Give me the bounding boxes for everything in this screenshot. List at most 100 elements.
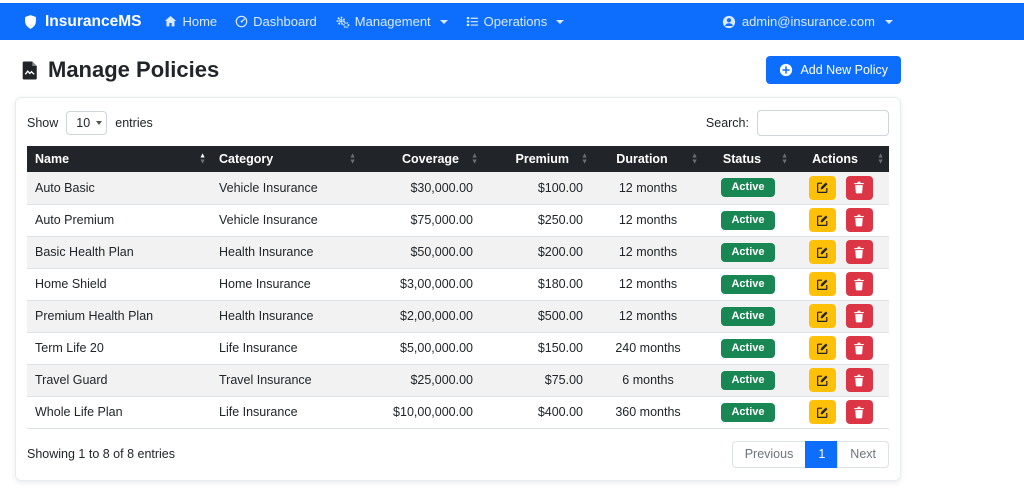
policy-premium-cell: $400.00 <box>483 396 593 429</box>
policy-status-cell: Active <box>703 204 793 237</box>
sort-icon: ▲ ▼ <box>581 152 588 165</box>
policy-name-cell: Travel Guard <box>27 364 211 397</box>
pagination-next[interactable]: Next <box>837 440 889 469</box>
policy-premium-cell: $500.00 <box>483 300 593 333</box>
column-header-actions[interactable]: Actions ▲ ▼ <box>793 146 889 172</box>
policy-coverage-cell: $5,00,000.00 <box>361 332 483 365</box>
policy-coverage-cell: $10,00,000.00 <box>361 396 483 429</box>
delete-button[interactable] <box>845 368 873 392</box>
policy-name-cell: Term Life 20 <box>27 332 211 365</box>
policy-status-cell: Active <box>703 300 793 333</box>
house-icon <box>164 15 177 28</box>
table-footer: Showing 1 to 8 of 8 entries Previous 1 N… <box>27 440 889 469</box>
pagination-previous[interactable]: Previous <box>731 440 807 469</box>
chevron-down-icon <box>885 19 893 24</box>
policy-premium-cell: $180.00 <box>483 268 593 301</box>
edit-button[interactable] <box>809 400 837 424</box>
delete-button[interactable] <box>845 400 873 424</box>
policy-duration-cell: 12 months <box>593 172 703 205</box>
policy-status-cell: Active <box>703 268 793 301</box>
table-row: Home Shield Home Insurance $3,00,000.00 … <box>27 268 889 301</box>
table-row: Premium Health Plan Health Insurance $2,… <box>27 300 889 333</box>
policy-category-cell: Vehicle Insurance <box>211 204 361 237</box>
status-badge: Active <box>721 274 775 294</box>
column-header-status[interactable]: Status ▲ ▼ <box>703 146 793 172</box>
user-email: admin@insurance.com <box>741 14 875 29</box>
column-header-duration[interactable]: Duration ▲ ▼ <box>593 146 703 172</box>
column-header-name[interactable]: Name ▲ ▼ <box>27 146 211 172</box>
delete-button[interactable] <box>845 336 873 360</box>
policy-actions-cell <box>793 332 889 365</box>
policy-premium-cell: $75.00 <box>483 364 593 397</box>
entries-summary: Showing 1 to 8 of 8 entries <box>27 447 176 462</box>
edit-button[interactable] <box>809 208 837 232</box>
edit-button[interactable] <box>809 240 837 264</box>
delete-button[interactable] <box>845 304 873 328</box>
table-row: Auto Premium Vehicle Insurance $75,000.0… <box>27 204 889 237</box>
list-check-icon <box>466 15 479 28</box>
edit-button[interactable] <box>809 272 837 296</box>
shield-icon <box>23 14 38 30</box>
show-label: Show <box>27 116 59 130</box>
column-header-category[interactable]: Category ▲ ▼ <box>211 146 361 172</box>
trash-icon <box>853 214 865 227</box>
delete-button[interactable] <box>845 175 873 200</box>
policy-category-cell: Health Insurance <box>211 300 361 333</box>
policies-card: Show 10 entries Search: Name ▲ ▼ Category ▲… <box>15 97 901 482</box>
trash-icon <box>853 342 865 355</box>
policy-premium-cell: $100.00 <box>483 172 593 205</box>
column-header-premium[interactable]: Premium ▲ ▼ <box>483 146 593 172</box>
edit-button[interactable] <box>809 368 837 392</box>
nav-item-dashboard[interactable]: Dashboard <box>226 14 326 29</box>
policy-name-cell: Home Shield <box>27 268 211 301</box>
page-length-select[interactable]: 10 <box>66 111 108 135</box>
policy-name-cell: Basic Health Plan <box>27 236 211 269</box>
pagination-page-1[interactable]: 1 <box>805 440 839 469</box>
delete-button[interactable] <box>845 208 873 232</box>
policy-category-cell: Home Insurance <box>211 268 361 301</box>
delete-button[interactable] <box>845 272 873 296</box>
table-row: Auto Basic Vehicle Insurance $30,000.00 … <box>27 172 889 205</box>
policies-table: Name ▲ ▼ Category ▲ ▼ Coverage ▲ ▼ Premium ▲ ▼ D… <box>27 146 889 429</box>
policy-actions-cell <box>793 300 889 333</box>
edit-button[interactable] <box>809 175 837 200</box>
policy-category-cell: Health Insurance <box>211 236 361 269</box>
delete-button[interactable] <box>845 240 873 264</box>
policy-status-cell: Active <box>703 396 793 429</box>
table-row: Term Life 20 Life Insurance $5,00,000.00… <box>27 332 889 365</box>
policy-file-icon <box>21 60 39 81</box>
edit-button[interactable] <box>809 304 837 328</box>
policy-premium-cell: $200.00 <box>483 236 593 269</box>
policy-duration-cell: 360 months <box>593 396 703 429</box>
sort-icon: ▲ ▼ <box>877 152 884 165</box>
pencil-square-icon <box>816 214 829 227</box>
add-new-policy-button[interactable]: Add New Policy <box>766 56 901 84</box>
nav-item-label: Home <box>182 14 218 29</box>
top-navbar: InsuranceMS Home Dashboard Management Op… <box>0 3 1024 40</box>
nav-item-home[interactable]: Home <box>155 14 226 29</box>
edit-button[interactable] <box>809 336 837 360</box>
page-header: Manage Policies Add New Policy <box>15 40 901 97</box>
trash-icon <box>853 406 865 419</box>
brand-link[interactable]: InsuranceMS <box>23 13 141 31</box>
policy-status-cell: Active <box>703 236 793 269</box>
page-title: Manage Policies <box>15 57 219 83</box>
user-menu[interactable]: admin@insurance.com <box>722 14 893 29</box>
brand-label: InsuranceMS <box>45 12 142 30</box>
search-input[interactable] <box>757 110 889 136</box>
nav-item-operations[interactable]: Operations <box>457 14 574 29</box>
chevron-down-icon <box>556 19 565 24</box>
trash-icon <box>853 310 865 323</box>
policy-category-cell: Vehicle Insurance <box>211 172 361 205</box>
table-row: Basic Health Plan Health Insurance $50,0… <box>27 236 889 269</box>
policy-actions-cell <box>793 268 889 301</box>
trash-icon <box>853 374 865 387</box>
table-row: Travel Guard Travel Insurance $25,000.00… <box>27 364 889 397</box>
policy-actions-cell <box>793 204 889 237</box>
table-header: Name ▲ ▼ Category ▲ ▼ Coverage ▲ ▼ Premium ▲ ▼ D… <box>27 146 889 172</box>
policy-coverage-cell: $25,000.00 <box>361 364 483 397</box>
entries-label: entries <box>115 116 153 130</box>
column-header-coverage[interactable]: Coverage ▲ ▼ <box>361 146 483 172</box>
search-label: Search: <box>705 116 749 130</box>
nav-item-management[interactable]: Management <box>326 14 457 29</box>
